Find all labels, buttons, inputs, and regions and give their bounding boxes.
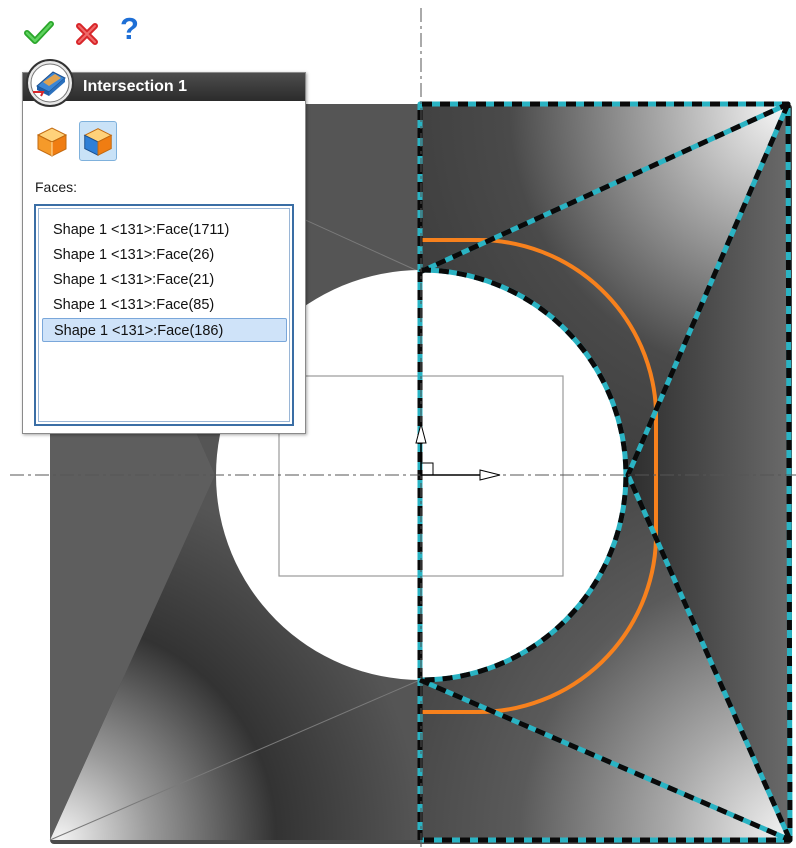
face-list-item-selected[interactable]: Shape 1 <131>:Face(186) (42, 318, 287, 342)
faces-list-inner: Shape 1 <131>:Face(1711) Shape 1 <131>:F… (38, 208, 290, 422)
faces-label: Faces: (35, 179, 78, 195)
face-list-item[interactable]: Shape 1 <131>:Face(26) (42, 243, 287, 267)
face-list-item[interactable]: Shape 1 <131>:Face(21) (42, 268, 287, 292)
close-icon[interactable] (74, 21, 100, 47)
face-list-item[interactable]: Shape 1 <131>:Face(85) (42, 293, 287, 317)
solid-mode-icon[interactable] (33, 121, 71, 161)
help-icon[interactable]: ? (120, 12, 140, 46)
faces-list[interactable]: Shape 1 <131>:Face(1711) Shape 1 <131>:F… (34, 204, 294, 426)
intersection-feature-icon (26, 59, 74, 107)
intersection-property-panel: Intersection 1 Faces: Shape 1 <131>:Face… (22, 59, 306, 434)
panel-title: Intersection 1 (83, 78, 188, 95)
surface-mode-icon[interactable] (79, 121, 117, 161)
check-icon[interactable] (24, 18, 54, 48)
face-list-item[interactable]: Shape 1 <131>:Face(1711) (42, 218, 287, 242)
